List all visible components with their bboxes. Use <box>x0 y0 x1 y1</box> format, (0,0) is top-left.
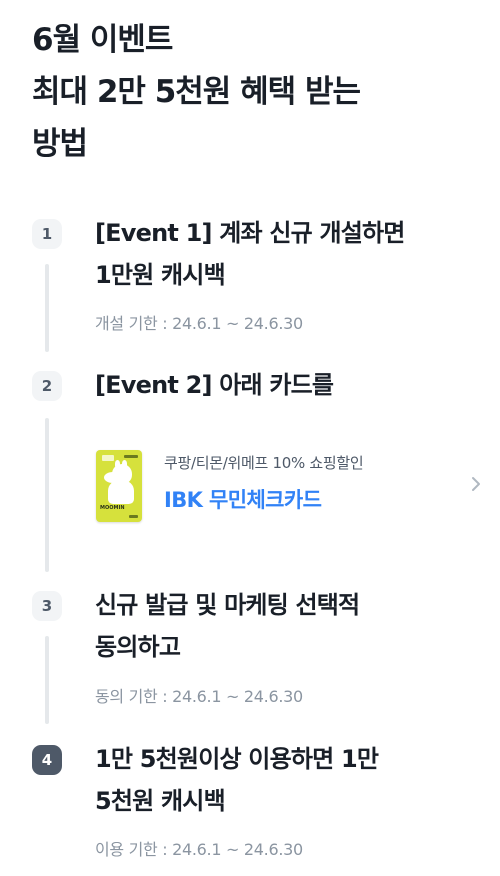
step-title-line: 1만 5천원이상 이용하면 1만 <box>95 745 379 773</box>
step-title-line: 5천원 캐시백 <box>95 787 226 815</box>
title-line-3: 방법 <box>32 126 88 162</box>
card-name: IBK 무민체크카드 <box>164 488 322 512</box>
event-page: 6월 이벤트 최대 2만 5천원 혜택 받는 방법 1 [Event 1] 계좌… <box>0 0 500 876</box>
card-product-link[interactable]: MOOMIN 쿠팡/티몬/위메프 10% 쇼핑할인 IBK 무민체크카드 <box>96 446 492 526</box>
card-brand-mark <box>129 515 138 518</box>
step-number-badge-active: 4 <box>32 745 62 775</box>
step-deadline: 이용 기한 : 24.6.1 ~ 24.6.30 <box>95 840 303 859</box>
step-connector-line <box>45 418 49 572</box>
step-deadline: 개설 기한 : 24.6.1 ~ 24.6.30 <box>95 314 303 333</box>
moomin-card-image: MOOMIN <box>96 450 142 522</box>
step-title-line: 동의하고 <box>95 633 181 661</box>
chevron-right-icon <box>472 477 480 491</box>
step-connector-line <box>45 264 49 352</box>
step-title: 신규 발급 및 마케팅 선택적 동의하고 <box>95 584 475 668</box>
step-title-line: [Event 2] 아래 카드를 <box>95 371 334 399</box>
step-number-badge: 3 <box>32 591 62 621</box>
moomin-snout <box>104 472 122 483</box>
card-benefit-text: 쿠팡/티몬/위메프 10% 쇼핑할인 <box>164 454 364 472</box>
step-title-line: 신규 발급 및 마케팅 선택적 <box>95 591 360 619</box>
step-title-line: 1만원 캐시백 <box>95 261 226 289</box>
step-title: [Event 1] 계좌 신규 개설하면 1만원 캐시백 <box>95 212 475 296</box>
title-line-2: 최대 2만 5천원 혜택 받는 <box>32 74 361 110</box>
step-title: 1만 5천원이상 이용하면 1만 5천원 캐시백 <box>95 738 475 822</box>
step-number-badge: 1 <box>32 219 62 249</box>
step-deadline: 동의 기한 : 24.6.1 ~ 24.6.30 <box>95 687 303 706</box>
card-chip <box>102 455 114 461</box>
step-title: [Event 2] 아래 카드를 <box>95 364 475 406</box>
card-image-label: MOOMIN <box>100 505 125 511</box>
step-number-badge: 2 <box>32 371 62 401</box>
step-title-line: [Event 1] 계좌 신규 개설하면 <box>95 219 405 247</box>
page-title: 6월 이벤트 최대 2만 5천원 혜택 받는 방법 <box>32 14 472 170</box>
step-connector-line <box>45 636 49 724</box>
card-brand-mark <box>124 455 138 458</box>
title-line-1: 6월 이벤트 <box>32 22 173 58</box>
